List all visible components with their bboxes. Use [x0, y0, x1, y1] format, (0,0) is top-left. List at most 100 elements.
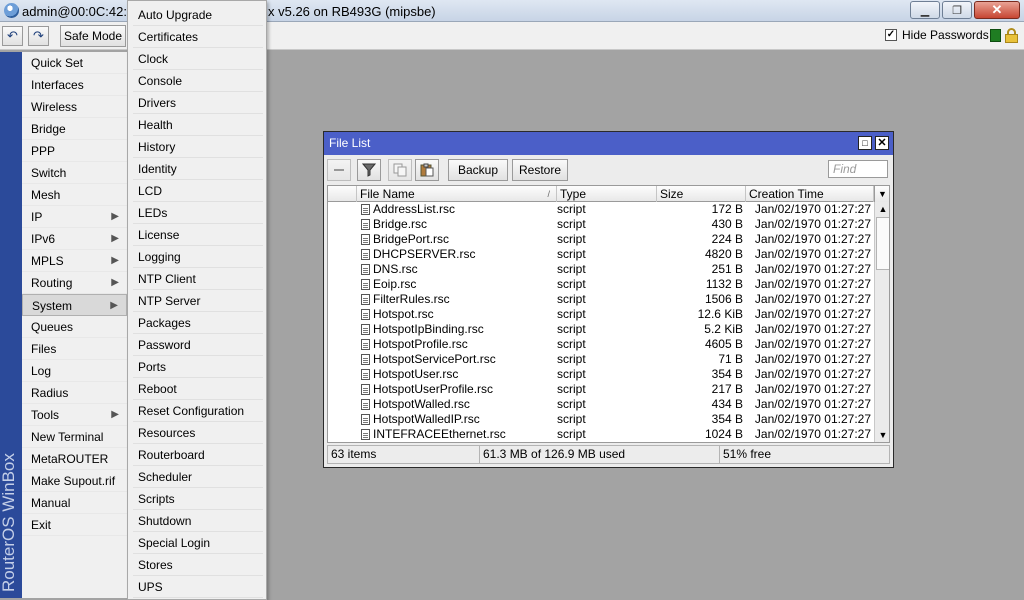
maximize-button[interactable]: ❐ [942, 1, 972, 19]
filter-button[interactable] [357, 159, 381, 181]
submenu-item-password[interactable]: Password [133, 334, 263, 356]
remove-button[interactable] [327, 159, 351, 181]
menu-item-mesh[interactable]: Mesh [22, 184, 127, 206]
file-icon [361, 309, 370, 320]
paste-button[interactable] [415, 159, 439, 181]
submenu-item-reboot[interactable]: Reboot [133, 378, 263, 400]
menu-item-make-supout-rif[interactable]: Make Supout.rif [22, 470, 127, 492]
menu-item-switch[interactable]: Switch [22, 162, 127, 184]
submenu-item-license[interactable]: License [133, 224, 263, 246]
table-row[interactable]: HotspotIpBinding.rsc script 5.2 KiB Jan/02/… [328, 322, 874, 337]
submenu-item-logging[interactable]: Logging [133, 246, 263, 268]
copy-button[interactable] [388, 159, 412, 181]
submenu-item-health[interactable]: Health [133, 114, 263, 136]
table-row[interactable]: DNS.rsc script 251 B Jan/02/1970 01:27:27 [328, 262, 874, 277]
minimize-button[interactable]: ▁ [910, 1, 940, 19]
menu-item-label: Radius [31, 386, 69, 400]
table-row[interactable]: HotspotWalled.rsc script 434 B Jan/02/1970 … [328, 397, 874, 412]
menu-item-manual[interactable]: Manual [22, 492, 127, 514]
window-controls: ▁ ❐ ✕ [910, 1, 1020, 19]
submenu-item-packages[interactable]: Packages [133, 312, 263, 334]
submenu-item-console[interactable]: Console [133, 70, 263, 92]
hide-passwords-checkbox[interactable]: ✓ [885, 29, 897, 41]
column-header-time[interactable]: Creation Time [746, 186, 874, 202]
menu-item-wireless[interactable]: Wireless [22, 96, 127, 118]
table-row[interactable]: INTEFRACEEthernet.rsc script 1024 B Jan/02/… [328, 427, 874, 442]
submenu-item-resources[interactable]: Resources [133, 422, 263, 444]
menu-item-ppp[interactable]: PPP [22, 140, 127, 162]
table-row[interactable]: DHCPSERVER.rsc script 4820 B Jan/02/1970 01… [328, 247, 874, 262]
menu-item-exit[interactable]: Exit [22, 514, 127, 536]
table-body: AddressList.rsc script 172 B Jan/02/1970 01… [328, 202, 874, 442]
undo-button[interactable]: ↶ [2, 26, 23, 46]
submenu-item-stores[interactable]: Stores [133, 554, 263, 576]
table-row[interactable]: Hotspot.rsc script 12.6 KiB Jan/02/1970 01:… [328, 307, 874, 322]
cell-size: 434 B [711, 397, 743, 411]
submenu-item-shutdown[interactable]: Shutdown [133, 510, 263, 532]
table-row[interactable]: Eoip.rsc script 1132 B Jan/02/1970 01:27:27 [328, 277, 874, 292]
submenu-item-leds[interactable]: LEDs [133, 202, 263, 224]
menu-item-mpls[interactable]: MPLS ▶ [22, 250, 127, 272]
table-row[interactable]: Bridge.rsc script 430 B Jan/02/1970 01:27:2… [328, 217, 874, 232]
menu-item-routing[interactable]: Routing ▶ [22, 272, 127, 294]
scroll-up-button[interactable]: ▲ [876, 202, 889, 216]
table-row[interactable]: AddressList.rsc script 172 B Jan/02/1970 01… [328, 202, 874, 217]
table-row[interactable]: HotspotUser.rsc script 354 B Jan/02/1970 01… [328, 367, 874, 382]
scroll-down-button[interactable]: ▼ [876, 428, 889, 442]
menu-item-log[interactable]: Log [22, 360, 127, 382]
menu-item-interfaces[interactable]: Interfaces [22, 74, 127, 96]
submenu-item-scheduler[interactable]: Scheduler [133, 466, 263, 488]
menu-item-ip[interactable]: IP ▶ [22, 206, 127, 228]
safe-mode-button[interactable]: Safe Mode [60, 25, 126, 47]
submenu-item-ntp-client[interactable]: NTP Client [133, 268, 263, 290]
submenu-item-scripts[interactable]: Scripts [133, 488, 263, 510]
submenu-item-ups[interactable]: UPS [133, 576, 263, 598]
menu-item-new-terminal[interactable]: New Terminal [22, 426, 127, 448]
submenu-item-routerboard[interactable]: Routerboard [133, 444, 263, 466]
chevron-down-icon: ▼ [878, 189, 887, 199]
menu-item-ipv6[interactable]: IPv6 ▶ [22, 228, 127, 250]
minus-icon [334, 169, 344, 171]
submenu-item-certificates[interactable]: Certificates [133, 26, 263, 48]
menu-item-system[interactable]: System ▶ [22, 294, 127, 316]
backup-button[interactable]: Backup [448, 159, 508, 181]
menu-item-files[interactable]: Files [22, 338, 127, 360]
find-input[interactable] [828, 160, 888, 178]
table-row[interactable]: BridgePort.rsc script 224 B Jan/02/1970 01:… [328, 232, 874, 247]
column-menu-button[interactable]: ▼ [874, 186, 889, 202]
submenu-item-identity[interactable]: Identity [133, 158, 263, 180]
close-button[interactable]: ✕ [974, 1, 1020, 19]
submenu-item-reset-configuration[interactable]: Reset Configuration [133, 400, 263, 422]
column-header-type[interactable]: Type [557, 186, 657, 202]
table-row[interactable]: HotspotWalledIP.rsc script 354 B Jan/02/197… [328, 412, 874, 427]
column-header-name[interactable]: File Name / [357, 186, 557, 202]
submenu-item-ports[interactable]: Ports [133, 356, 263, 378]
table-row[interactable]: FilterRules.rsc script 1506 B Jan/02/1970 0… [328, 292, 874, 307]
submenu-item-history[interactable]: History [133, 136, 263, 158]
scroll-thumb[interactable] [876, 217, 889, 270]
submenu-item-ntp-server[interactable]: NTP Server [133, 290, 263, 312]
redo-button[interactable]: ↷ [28, 26, 49, 46]
table-row[interactable]: HotspotProfile.rsc script 4605 B Jan/02/197… [328, 337, 874, 352]
hide-passwords-toggle[interactable]: ✓ Hide Passwords [885, 28, 989, 42]
submenu-item-clock[interactable]: Clock [133, 48, 263, 70]
submenu-item-drivers[interactable]: Drivers [133, 92, 263, 114]
file-list-titlebar[interactable]: File List □ ✕ [324, 132, 893, 155]
menu-item-bridge[interactable]: Bridge [22, 118, 127, 140]
table-row[interactable]: HotspotServicePort.rsc script 71 B Jan/02/1… [328, 352, 874, 367]
column-header-size[interactable]: Size [657, 186, 746, 202]
menu-item-radius[interactable]: Radius [22, 382, 127, 404]
file-list-close-button[interactable]: ✕ [875, 136, 889, 150]
file-list-maximize-button[interactable]: □ [858, 136, 872, 150]
restore-button[interactable]: Restore [512, 159, 568, 181]
submenu-item-special-login[interactable]: Special Login [133, 532, 263, 554]
menu-item-label: PPP [31, 144, 56, 158]
table-row[interactable]: HotspotUserProfile.rsc script 217 B Jan/02/… [328, 382, 874, 397]
menu-item-quick-set[interactable]: Quick Set [22, 52, 127, 74]
submenu-item-lcd[interactable]: LCD [133, 180, 263, 202]
vertical-scrollbar[interactable]: ▲ ▼ [874, 202, 889, 442]
menu-item-queues[interactable]: Queues [22, 316, 127, 338]
menu-item-tools[interactable]: Tools ▶ [22, 404, 127, 426]
menu-item-metarouter[interactable]: MetaROUTER [22, 448, 127, 470]
submenu-item-auto-upgrade[interactable]: Auto Upgrade [133, 4, 263, 26]
